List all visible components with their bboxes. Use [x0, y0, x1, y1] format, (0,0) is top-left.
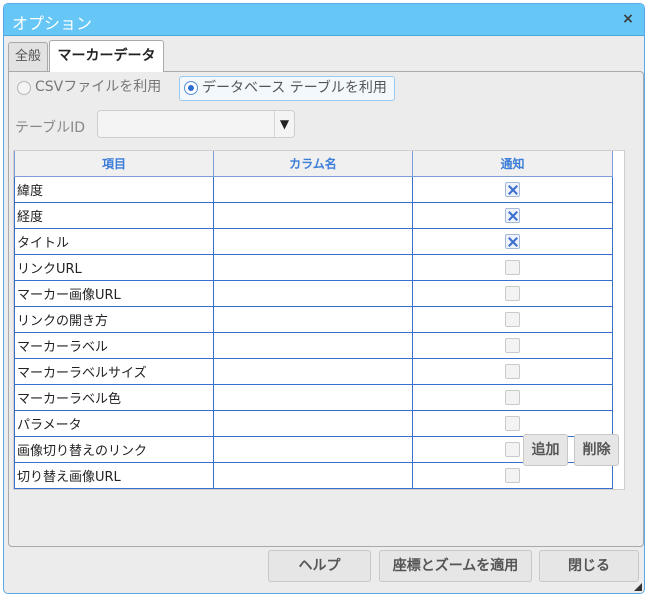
table-header-row: 項目 カラム名 通知: [14, 151, 613, 177]
checkbox-icon[interactable]: [505, 441, 520, 457]
options-dialog: オプション × 全般 マーカーデータ CSVファイルを利用 データベース テーブ…: [3, 3, 645, 594]
checkbox-icon[interactable]: [505, 467, 520, 483]
item-cell[interactable]: 画像切り替えのリンク: [14, 435, 214, 463]
dropdown-arrow-icon[interactable]: ▼: [274, 111, 294, 137]
radio-database-table[interactable]: データベース テーブルを利用: [179, 76, 395, 101]
item-cell[interactable]: リンクURL: [14, 253, 214, 281]
notify-cell: [412, 383, 613, 411]
radio-button-selected-icon[interactable]: [184, 81, 198, 95]
notify-cell: [412, 409, 613, 437]
notify-cell: [412, 227, 613, 255]
item-cell[interactable]: マーカーラベル色: [14, 383, 214, 411]
column-name-cell[interactable]: [213, 253, 413, 281]
item-cell[interactable]: マーカー画像URL: [14, 279, 214, 307]
help-button[interactable]: ヘルプ: [268, 550, 371, 582]
column-name-cell[interactable]: [213, 331, 413, 359]
marker-data-panel: CSVファイルを利用 データベース テーブルを利用 テーブルID ▼ 項目 カラ…: [8, 71, 644, 547]
radio-label: CSVファイルを利用: [35, 79, 162, 95]
checkbox-icon[interactable]: [505, 337, 520, 353]
table-id-label: テーブルID: [15, 120, 86, 136]
dialog-titlebar[interactable]: オプション ×: [4, 4, 644, 36]
table-row[interactable]: 切り替え画像URL: [14, 461, 613, 489]
radio-csv-file[interactable]: CSVファイルを利用: [13, 76, 173, 101]
apply-coordinates-zoom-button[interactable]: 座標とズームを適用: [379, 550, 532, 582]
column-name-cell[interactable]: [213, 201, 413, 229]
checkbox-icon[interactable]: [505, 259, 520, 275]
notify-cell: [412, 331, 613, 359]
column-name-cell[interactable]: [213, 175, 413, 203]
tab-general[interactable]: 全般: [8, 42, 48, 72]
column-name-cell[interactable]: [213, 435, 413, 463]
add-button[interactable]: 追加: [523, 434, 568, 466]
item-cell[interactable]: マーカーラベルサイズ: [14, 357, 214, 385]
item-cell[interactable]: 緯度: [14, 175, 214, 203]
column-name-cell[interactable]: [213, 383, 413, 411]
checkbox-icon[interactable]: [505, 363, 520, 379]
item-cell[interactable]: 切り替え画像URL: [14, 461, 214, 489]
checkbox-checked-icon[interactable]: [505, 181, 520, 197]
column-name-cell[interactable]: [213, 409, 413, 437]
table-row[interactable]: タイトル: [14, 227, 613, 255]
checkbox-icon[interactable]: [505, 311, 520, 327]
item-cell[interactable]: マーカーラベル: [14, 331, 214, 359]
item-cell[interactable]: タイトル: [14, 227, 214, 255]
column-header-item[interactable]: 項目: [14, 151, 214, 177]
table-row[interactable]: マーカーラベルサイズ: [14, 357, 613, 385]
column-name-cell[interactable]: [213, 279, 413, 307]
tab-marker-data[interactable]: マーカーデータ: [49, 40, 164, 72]
column-header-notify[interactable]: 通知: [412, 151, 613, 177]
item-cell[interactable]: リンクの開き方: [14, 305, 214, 333]
checkbox-icon[interactable]: [505, 285, 520, 301]
table-row[interactable]: マーカーラベル色: [14, 383, 613, 411]
table-id-select[interactable]: ▼: [97, 110, 295, 138]
dialog-title: オプション: [12, 14, 93, 33]
table-row[interactable]: マーカーラベル: [14, 331, 613, 359]
notify-cell: [412, 253, 613, 281]
checkbox-icon[interactable]: [505, 389, 520, 405]
table-row[interactable]: マーカー画像URL: [14, 279, 613, 307]
item-cell[interactable]: パラメータ: [14, 409, 214, 437]
close-icon[interactable]: ×: [620, 11, 636, 27]
notify-cell: [412, 201, 613, 229]
resize-grip-icon[interactable]: [634, 583, 642, 591]
table-row[interactable]: 経度: [14, 201, 613, 229]
close-button[interactable]: 閉じる: [539, 550, 639, 582]
table-row[interactable]: パラメータ: [14, 409, 613, 437]
column-name-cell[interactable]: [213, 227, 413, 255]
column-name-cell[interactable]: [213, 461, 413, 489]
delete-button[interactable]: 削除: [574, 434, 619, 466]
table-row[interactable]: 緯度: [14, 175, 613, 203]
radio-button-icon[interactable]: [17, 81, 31, 95]
notify-cell: [412, 305, 613, 333]
checkbox-checked-icon[interactable]: [505, 233, 520, 249]
notify-cell: [412, 279, 613, 307]
item-cell[interactable]: 経度: [14, 201, 214, 229]
checkbox-icon[interactable]: [505, 415, 520, 431]
table-row[interactable]: リンクの開き方: [14, 305, 613, 333]
notify-cell: [412, 357, 613, 385]
column-name-cell[interactable]: [213, 357, 413, 385]
notify-cell: [412, 175, 613, 203]
column-name-cell[interactable]: [213, 305, 413, 333]
table-row[interactable]: リンクURL: [14, 253, 613, 281]
column-header-column-name[interactable]: カラム名: [213, 151, 413, 177]
checkbox-checked-icon[interactable]: [505, 207, 520, 223]
radio-label: データベース テーブルを利用: [202, 80, 387, 96]
